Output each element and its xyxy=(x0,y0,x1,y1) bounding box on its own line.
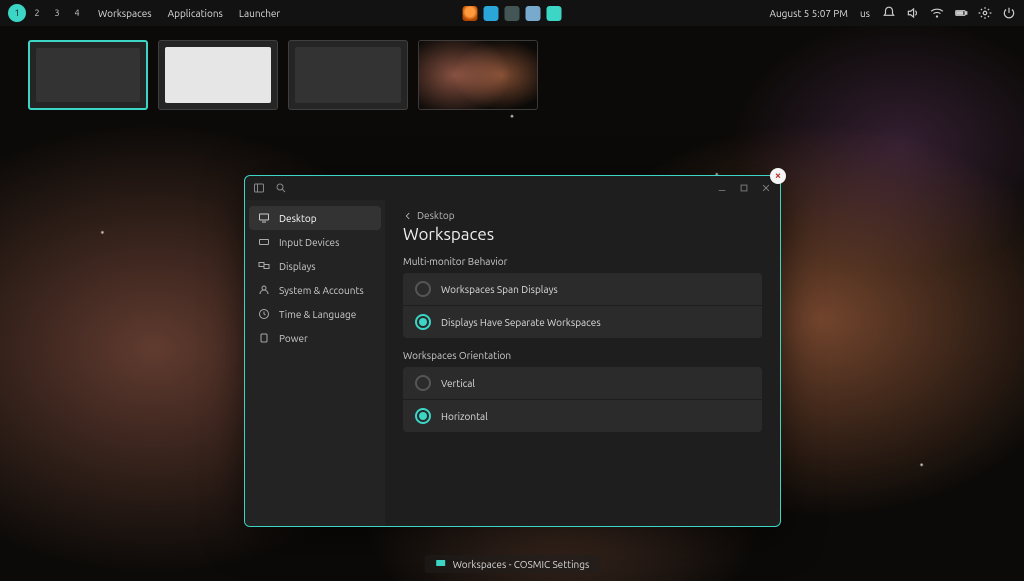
terminal-icon[interactable] xyxy=(505,6,520,21)
multi-monitor-group: Workspaces Span Displays Displays Have S… xyxy=(403,273,762,338)
radio-icon xyxy=(415,314,431,330)
workspace-button-1[interactable]: 1 xyxy=(8,4,26,22)
radio-icon xyxy=(415,408,431,424)
window-overview xyxy=(28,40,538,110)
titlebar[interactable] xyxy=(245,176,780,200)
back-button[interactable]: Desktop xyxy=(403,210,762,221)
option-label: Vertical xyxy=(441,378,475,389)
power-tray-icon[interactable] xyxy=(1002,6,1016,20)
sidebar-label: Input Devices xyxy=(279,237,339,248)
option-separate-workspaces[interactable]: Displays Have Separate Workspaces xyxy=(403,305,762,338)
clock-icon xyxy=(257,307,271,321)
sidebar-item-desktop[interactable]: Desktop xyxy=(249,206,381,230)
user-icon xyxy=(257,283,271,297)
top-panel: 1 2 3 4 Workspaces Applications Launcher… xyxy=(0,0,1024,26)
notifications-icon[interactable] xyxy=(882,6,896,20)
panel-workspaces[interactable]: Workspaces xyxy=(94,8,156,19)
sidebar-label: Displays xyxy=(279,261,316,272)
orientation-group: Vertical Horizontal xyxy=(403,367,762,432)
settings-sidebar: Desktop Input Devices Displays System & … xyxy=(245,200,385,526)
sidebar-item-power[interactable]: Power xyxy=(249,326,381,350)
displays-icon xyxy=(257,259,271,273)
close-icon[interactable] xyxy=(760,182,772,194)
sidebar-item-input-devices[interactable]: Input Devices xyxy=(249,230,381,254)
option-horizontal[interactable]: Horizontal xyxy=(403,399,762,432)
workspace-button-2[interactable]: 2 xyxy=(28,4,46,22)
network-icon[interactable] xyxy=(930,6,944,20)
option-label: Workspaces Span Displays xyxy=(441,284,558,295)
keyboard-icon xyxy=(257,235,271,249)
page-title: Workspaces xyxy=(403,225,762,244)
sidebar-label: Power xyxy=(279,333,308,344)
radio-icon xyxy=(415,281,431,297)
settings-window: Desktop Input Devices Displays System & … xyxy=(244,175,781,527)
clock[interactable]: August 5 5:07 PM xyxy=(769,8,848,19)
keyboard-layout[interactable]: us xyxy=(856,8,874,19)
taskbar-entry[interactable]: Workspaces - COSMIC Settings xyxy=(425,555,600,573)
overview-thumb-2[interactable] xyxy=(158,40,278,110)
sidebar-label: Time & Language xyxy=(279,309,356,320)
workspace-button-4[interactable]: 4 xyxy=(68,4,86,22)
store-icon[interactable] xyxy=(526,6,541,21)
section-label-multi-monitor: Multi-monitor Behavior xyxy=(403,256,762,267)
desktop-icon xyxy=(257,211,271,225)
window-close-bubble[interactable]: × xyxy=(770,168,786,184)
volume-icon[interactable] xyxy=(906,6,920,20)
sidebar-item-system-accounts[interactable]: System & Accounts xyxy=(249,278,381,302)
overview-thumb-1[interactable] xyxy=(28,40,148,110)
firefox-icon[interactable] xyxy=(463,6,478,21)
option-label: Horizontal xyxy=(441,411,488,422)
chevron-left-icon xyxy=(403,211,413,221)
section-label-orientation: Workspaces Orientation xyxy=(403,350,762,361)
sidebar-label: Desktop xyxy=(279,213,317,224)
radio-icon xyxy=(415,375,431,391)
system-tray xyxy=(882,6,1016,20)
overview-thumb-4[interactable] xyxy=(418,40,538,110)
panel-launcher[interactable]: Launcher xyxy=(235,8,284,19)
sidebar-toggle-icon[interactable] xyxy=(253,182,265,194)
screenshot-icon[interactable] xyxy=(547,6,562,21)
settings-tray-icon[interactable] xyxy=(978,6,992,20)
back-label: Desktop xyxy=(417,210,455,221)
option-label: Displays Have Separate Workspaces xyxy=(441,317,601,328)
search-icon[interactable] xyxy=(275,182,287,194)
workspace-switcher: 1 2 3 4 xyxy=(8,4,86,22)
sidebar-item-displays[interactable]: Displays xyxy=(249,254,381,278)
minimize-icon[interactable] xyxy=(716,182,728,194)
battery-icon[interactable] xyxy=(954,6,968,20)
option-span-displays[interactable]: Workspaces Span Displays xyxy=(403,273,762,305)
overview-thumb-3[interactable] xyxy=(288,40,408,110)
panel-applications[interactable]: Applications xyxy=(164,8,227,19)
files-icon[interactable] xyxy=(484,6,499,21)
sidebar-label: System & Accounts xyxy=(279,285,364,296)
settings-app-icon xyxy=(435,558,447,570)
maximize-icon[interactable] xyxy=(738,182,750,194)
option-vertical[interactable]: Vertical xyxy=(403,367,762,399)
sidebar-item-time-language[interactable]: Time & Language xyxy=(249,302,381,326)
settings-main: Desktop Workspaces Multi-monitor Behavio… xyxy=(385,200,780,526)
dock-center xyxy=(463,0,562,26)
workspace-button-3[interactable]: 3 xyxy=(48,4,66,22)
power-icon xyxy=(257,331,271,345)
taskbar-label: Workspaces - COSMIC Settings xyxy=(453,559,590,570)
